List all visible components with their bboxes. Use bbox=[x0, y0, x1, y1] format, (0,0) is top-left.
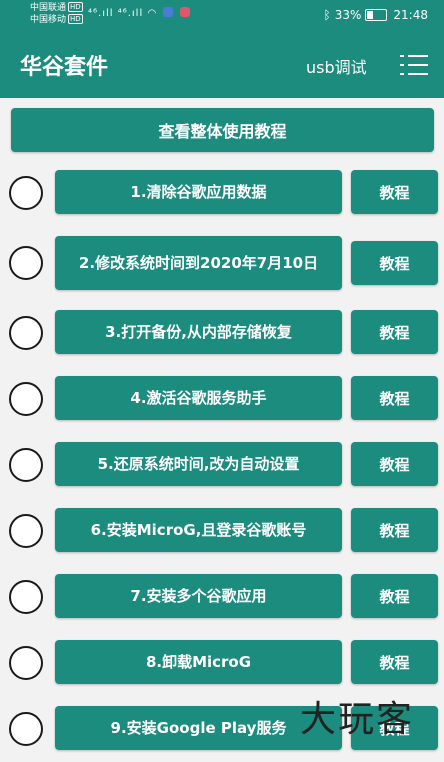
hd-badge-2: HD bbox=[68, 14, 83, 24]
status-right: ᛒ 33% 21:48 bbox=[324, 8, 428, 22]
step-row: 8.卸载MicroG 教程 bbox=[0, 630, 444, 697]
step-button[interactable]: 5.还原系统时间,改为自动设置 bbox=[55, 442, 342, 486]
tutorial-button[interactable]: 教程 bbox=[351, 442, 438, 486]
step-radio[interactable] bbox=[9, 176, 43, 210]
step-row: 1.清除谷歌应用数据 教程 bbox=[0, 160, 444, 227]
tutorial-button[interactable]: 教程 bbox=[351, 170, 438, 214]
wifi-icon: ◠ bbox=[147, 8, 158, 19]
step-button[interactable]: 1.清除谷歌应用数据 bbox=[55, 170, 342, 214]
step-button[interactable]: 9.安装Google Play服务 bbox=[55, 706, 342, 750]
usb-debug-button[interactable]: usb调试 bbox=[306, 54, 367, 78]
step-radio[interactable] bbox=[9, 246, 43, 280]
app-notification-icon bbox=[179, 7, 190, 17]
carrier-info: 中国联通 HD 中国移动 HD bbox=[30, 2, 83, 26]
step-row: 5.还原系统时间,改为自动设置 教程 bbox=[0, 432, 444, 499]
bluetooth-icon: ᛒ bbox=[323, 8, 331, 22]
carrier-1: 中国联通 bbox=[30, 3, 67, 13]
tutorial-button[interactable]: 教程 bbox=[351, 574, 438, 618]
status-bar: 中国联通 HD 中国移动 HD ⁴⁶.ıll ⁴⁶.ıll ◠ ᛒ 33% 21:4… bbox=[0, 0, 444, 34]
signal-icon: ⁴⁶.ıll ⁴⁶.ıll bbox=[88, 8, 144, 19]
list-menu-icon[interactable] bbox=[400, 51, 430, 79]
app-bar: 华谷套件 usb调试 bbox=[0, 34, 444, 98]
tutorial-button[interactable]: 教程 bbox=[351, 310, 438, 354]
step-row: 2.修改系统时间到2020年7月10日 教程 bbox=[0, 226, 444, 301]
app-title: 华谷套件 bbox=[20, 55, 109, 80]
clock: 21:48 bbox=[393, 8, 428, 22]
overall-tutorial-button[interactable]: 查看整体使用教程 bbox=[11, 108, 434, 152]
step-row: 3.打开备份,从内部存储恢复 教程 bbox=[0, 300, 444, 367]
carrier-2: 中国移动 bbox=[30, 15, 67, 25]
step-radio[interactable] bbox=[9, 580, 43, 614]
step-button[interactable]: 7.安装多个谷歌应用 bbox=[55, 574, 342, 618]
step-radio[interactable] bbox=[9, 514, 43, 548]
tutorial-button[interactable]: 教程 bbox=[351, 640, 438, 684]
hd-badge-1: HD bbox=[68, 2, 83, 12]
battery-icon bbox=[365, 9, 388, 21]
step-button[interactable]: 4.激活谷歌服务助手 bbox=[55, 376, 342, 420]
battery-percent: 33% bbox=[334, 8, 362, 22]
tutorial-button[interactable]: 教程 bbox=[351, 376, 438, 420]
app-notification-icon bbox=[163, 7, 174, 17]
signal-icons: ⁴⁶.ıll ⁴⁶.ıll ◠ bbox=[88, 7, 190, 19]
step-button[interactable]: 3.打开备份,从内部存储恢复 bbox=[55, 310, 342, 354]
step-radio[interactable] bbox=[9, 448, 43, 482]
step-radio[interactable] bbox=[9, 316, 43, 350]
step-row: 7.安装多个谷歌应用 教程 bbox=[0, 564, 444, 631]
step-radio[interactable] bbox=[9, 646, 43, 680]
step-button[interactable]: 8.卸载MicroG bbox=[55, 640, 342, 684]
step-radio[interactable] bbox=[9, 712, 43, 746]
step-button[interactable]: 2.修改系统时间到2020年7月10日 bbox=[55, 236, 342, 290]
main-content: 查看整体使用教程 1.清除谷歌应用数据 教程 2.修改系统时间到2020年7月1… bbox=[0, 98, 444, 762]
tutorial-button[interactable]: 教程 bbox=[351, 508, 438, 552]
step-row: 6.安装MicroG,且登录谷歌账号 教程 bbox=[0, 498, 444, 565]
step-button[interactable]: 6.安装MicroG,且登录谷歌账号 bbox=[55, 508, 342, 552]
step-radio[interactable] bbox=[9, 382, 43, 416]
tutorial-button[interactable]: 教程 bbox=[351, 241, 438, 285]
watermark: 大玩客 bbox=[300, 699, 415, 740]
step-row: 4.激活谷歌服务助手 教程 bbox=[0, 366, 444, 433]
